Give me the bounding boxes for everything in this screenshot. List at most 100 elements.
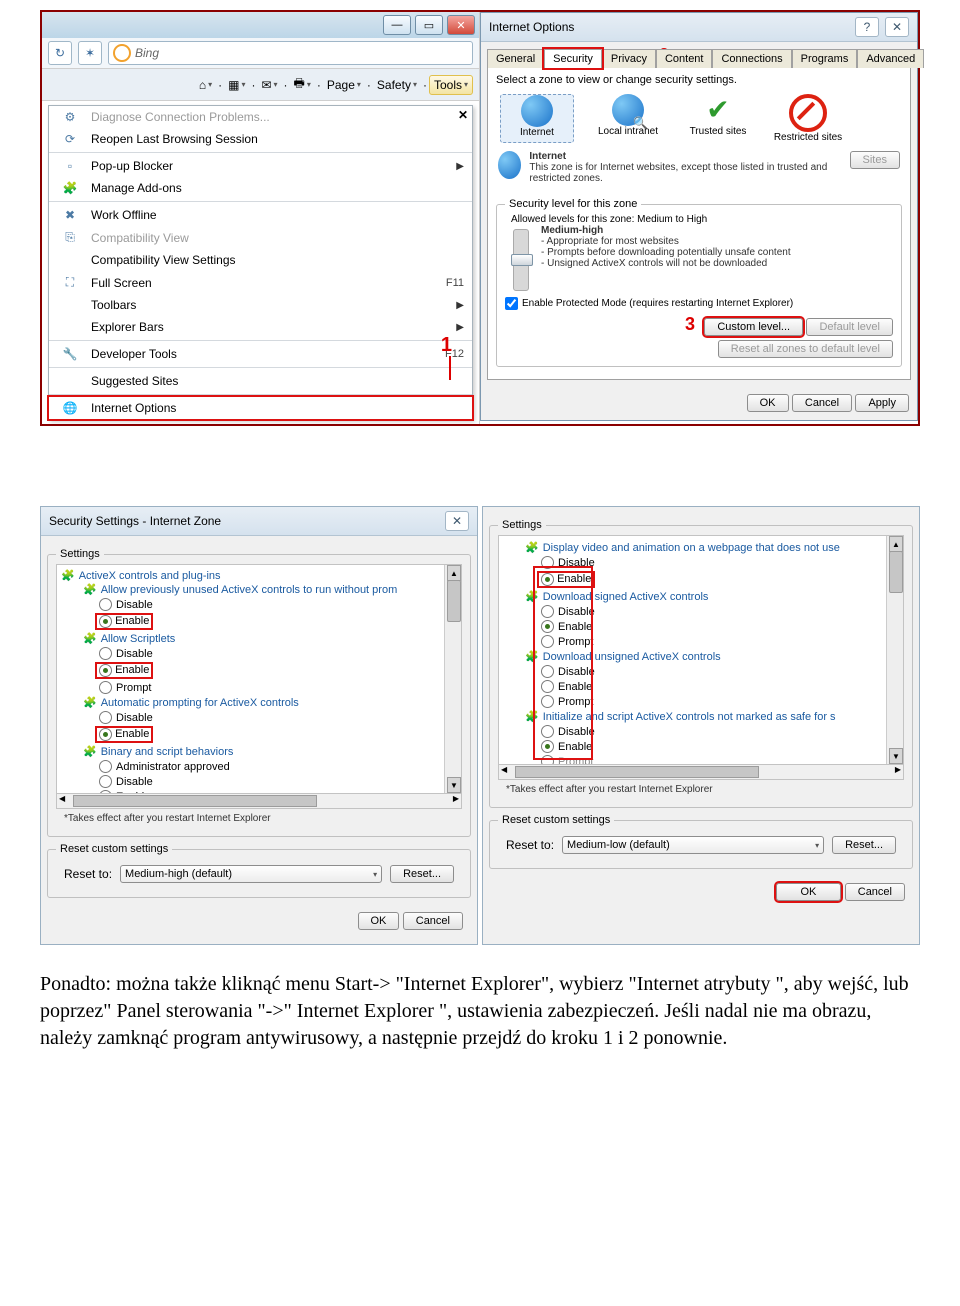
radio-disable[interactable]: Disable <box>61 710 457 725</box>
reset-button[interactable]: Reset... <box>832 836 896 854</box>
scrollbar[interactable]: ▲▼ <box>444 565 461 793</box>
tab-privacy[interactable]: Privacy <box>602 49 656 68</box>
radio-disable[interactable]: Disable <box>61 597 457 612</box>
slider-thumb[interactable] <box>511 254 533 266</box>
cancel-button[interactable]: Cancel <box>845 883 905 901</box>
mi-popup[interactable]: ▫Pop-up Blocker▶ <box>49 155 472 177</box>
reset-dropdown[interactable]: Medium-low (default)▾ <box>562 836 824 854</box>
hdr-activex: 🧩 ActiveX controls and plug-ins <box>61 569 457 582</box>
zone-local-intranet[interactable]: Local intranet <box>592 94 664 143</box>
tools-menu[interactable]: Tools ▾ <box>429 75 473 95</box>
custom-level-button[interactable]: Custom level... <box>704 318 803 336</box>
scroll-down-icon[interactable]: ▼ <box>889 748 903 764</box>
zone-restricted[interactable]: Restricted sites <box>772 94 844 143</box>
radio-enable[interactable]: Enable <box>61 725 457 744</box>
reset-to-label: Reset to: <box>64 867 112 881</box>
tab-advanced[interactable]: Advanced <box>857 49 924 68</box>
mi-fullscreen[interactable]: ⛶Full ScreenF11 <box>49 271 472 294</box>
print-icon[interactable]: 🖶▾ <box>290 72 315 97</box>
radio-enable[interactable]: Enable <box>503 619 899 634</box>
tab-content[interactable]: Content <box>656 49 713 68</box>
mi-explorer-bars[interactable]: Explorer Bars▶ <box>49 316 472 338</box>
cancel-button[interactable]: Cancel <box>792 394 852 412</box>
radio-prompt[interactable]: Prompt <box>503 694 899 709</box>
feed-icon[interactable]: ▦▾ <box>224 76 249 94</box>
radio-enable[interactable]: Enable <box>61 661 457 680</box>
radio-disable[interactable]: Disable <box>503 664 899 679</box>
mi-addons[interactable]: 🧩Manage Add-ons <box>49 177 472 199</box>
home-icon[interactable]: ⌂▾ <box>195 76 216 94</box>
help-button[interactable]: ? <box>855 17 879 37</box>
reset-zones-button[interactable]: Reset all zones to default level <box>718 340 893 358</box>
safety-menu[interactable]: Safety ▾ <box>373 76 421 94</box>
tab-security[interactable]: Security <box>544 49 602 68</box>
radio-prompt[interactable]: Prompt <box>503 634 899 649</box>
devtools-icon: 🔧 <box>57 347 83 361</box>
ok-button[interactable]: OK <box>747 394 789 412</box>
h-scrollbar[interactable]: ◀▶ <box>498 765 904 780</box>
radio-disable[interactable]: Disable <box>61 774 457 789</box>
item-autoprompt: 🧩 Automatic prompting for ActiveX contro… <box>61 695 457 710</box>
radio-enable[interactable]: Enable <box>503 679 899 694</box>
radio-enable[interactable]: Enable <box>61 612 457 631</box>
radio-disable[interactable]: Disable <box>61 646 457 661</box>
scroll-up-icon[interactable]: ▲ <box>889 536 903 552</box>
close-button[interactable]: ✕ <box>445 511 469 531</box>
mi-internet-options[interactable]: 🌐Internet Options <box>49 397 472 419</box>
search-box[interactable]: Bing <box>108 41 473 65</box>
tab-connections[interactable]: Connections <box>712 49 791 68</box>
page-menu[interactable]: Page ▾ <box>323 76 365 94</box>
scroll-up-icon[interactable]: ▲ <box>447 565 461 581</box>
zone-trusted[interactable]: ✔Trusted sites <box>682 94 754 143</box>
radio-disable[interactable]: Disable <box>503 724 899 739</box>
reload-icon[interactable]: ✶ <box>78 41 102 65</box>
refresh-icon[interactable]: ↻ <box>48 41 72 65</box>
zone-internet[interactable]: Internet <box>500 94 574 143</box>
mi-toolbars[interactable]: Toolbars▶ <box>49 294 472 316</box>
radio-disable[interactable]: Disable <box>503 555 899 570</box>
radio-disable[interactable]: Disable <box>503 604 899 619</box>
ss2-buttons: OK Cancel <box>489 875 913 909</box>
radio-enable[interactable]: Enable <box>503 739 899 754</box>
scroll-down-icon[interactable]: ▼ <box>447 777 461 793</box>
mail-icon[interactable]: ✉▾ <box>257 76 281 94</box>
mi-offline[interactable]: ✖Work Offline <box>49 204 472 226</box>
tab-programs[interactable]: Programs <box>792 49 858 68</box>
tab-general[interactable]: General <box>487 49 544 68</box>
maximize-button[interactable]: ▭ <box>415 15 443 35</box>
mi-devtools[interactable]: 🔧Developer ToolsF12 <box>49 343 472 365</box>
scrollbar[interactable]: ▲▼ <box>886 536 903 764</box>
minimize-button[interactable]: — <box>383 15 411 35</box>
protected-mode-checkbox[interactable]: Enable Protected Mode (requires restarti… <box>505 297 893 310</box>
reset-dropdown[interactable]: Medium-high (default)▾ <box>120 865 382 883</box>
ss1-tree[interactable]: 🧩 ActiveX controls and plug-ins 🧩 Allow … <box>56 564 462 794</box>
radio-enable[interactable]: Enable <box>503 570 899 589</box>
h-scrollbar[interactable]: ◀▶ <box>56 794 462 809</box>
radio-prompt[interactable]: Prompt <box>503 754 899 765</box>
popup-icon: ▫ <box>57 159 83 173</box>
radio-prompt[interactable]: Prompt <box>61 680 457 695</box>
sites-button[interactable]: Sites <box>850 151 900 169</box>
close-button[interactable]: ✕ <box>447 15 475 35</box>
mi-suggested[interactable]: Suggested Sites <box>49 370 472 392</box>
ie-toolbar: ⌂▾· ▦▾· ✉▾· 🖶▾· Page ▾· Safety ▾· Tools … <box>42 69 479 101</box>
apply-button[interactable]: Apply <box>855 394 909 412</box>
globe-icon <box>498 151 521 179</box>
ok-button[interactable]: OK <box>358 912 400 930</box>
level-desc: Medium-high - Appropriate for most websi… <box>541 225 791 291</box>
default-level-button[interactable]: Default level <box>806 318 893 336</box>
close-button[interactable]: ✕ <box>885 17 909 37</box>
reset-button[interactable]: Reset... <box>390 865 454 883</box>
ss2-tree[interactable]: 🧩 Display video and animation on a webpa… <box>498 535 904 765</box>
offline-icon: ✖ <box>57 208 83 222</box>
cancel-button[interactable]: Cancel <box>403 912 463 930</box>
mi-compat-settings[interactable]: Compatibility View Settings <box>49 249 472 271</box>
ss2-note: *Takes effect after you restart Internet… <box>498 780 904 799</box>
callout-1: 1 <box>441 334 452 357</box>
radio-adminapp[interactable]: Administrator approved <box>61 759 457 774</box>
ss1-legend: Settings <box>56 548 104 560</box>
mi-reopen[interactable]: ⟳Reopen Last Browsing Session <box>49 128 472 150</box>
security-slider[interactable] <box>513 229 529 291</box>
ok-button[interactable]: OK <box>776 883 842 901</box>
security-settings-dialog-1: Security Settings - Internet Zone ✕ Sett… <box>40 506 478 945</box>
